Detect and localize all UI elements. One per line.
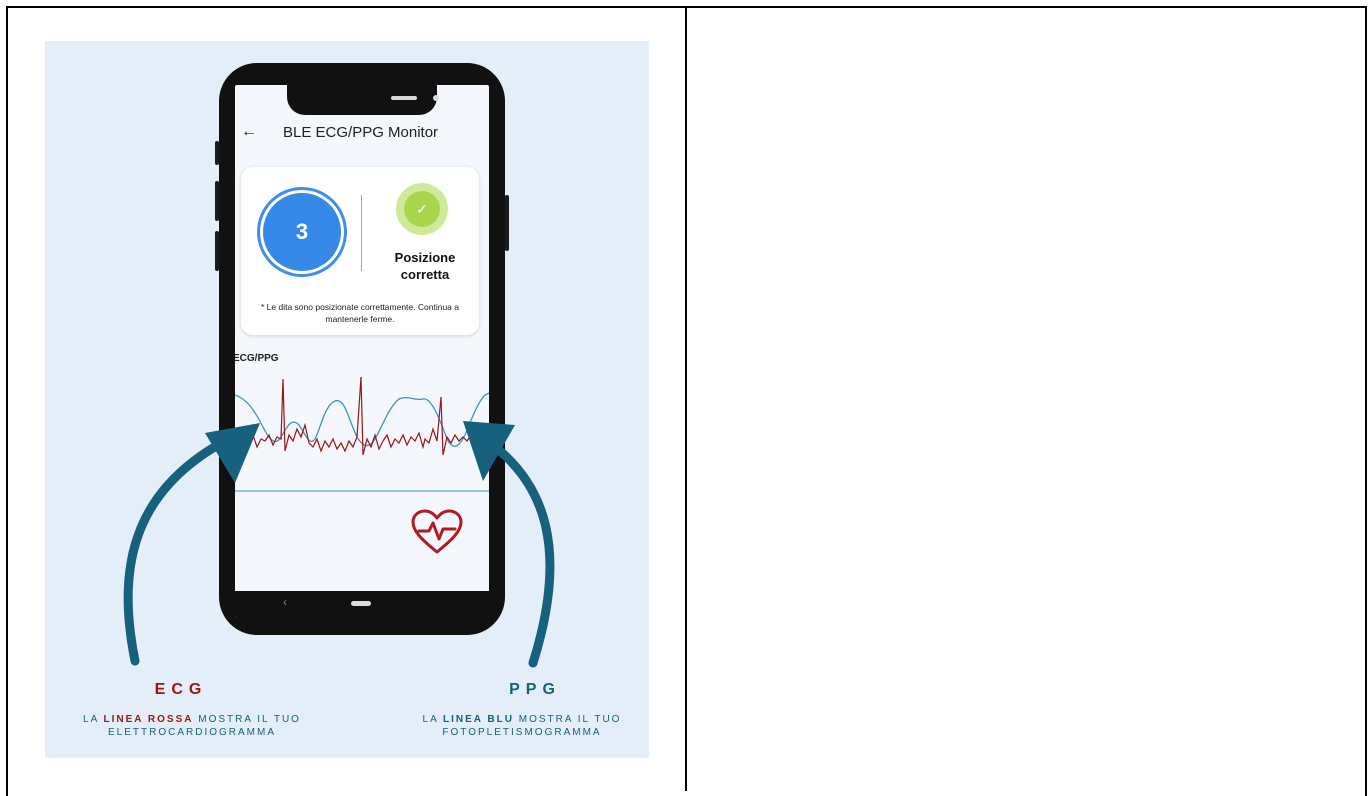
ecg-desc-prefix: LA: [83, 714, 99, 725]
ecg-description: LA LINEA ROSSA MOSTRA IL TUO ELETTROCARD…: [45, 713, 339, 739]
ppg-desc-prefix: LA: [422, 714, 439, 725]
ppg-arrow-head: [463, 421, 515, 481]
annotation-arrows: [123, 421, 555, 668]
ecg-title: ECG: [154, 681, 208, 698]
ecg-desc-highlight: LINEA ROSSA: [103, 714, 194, 725]
ppg-description: LA LINEA BLU MOSTRA IL TUO FOTOPLETISMOG…: [390, 713, 654, 739]
ppg-title: PPG: [509, 681, 561, 698]
ppg-desc-highlight: LINEA BLU: [443, 714, 514, 725]
column-divider: [685, 6, 687, 791]
illustration-panel: ← BLE ECG/PPG Monitor 3 ✓ Posizione corr…: [45, 41, 649, 758]
